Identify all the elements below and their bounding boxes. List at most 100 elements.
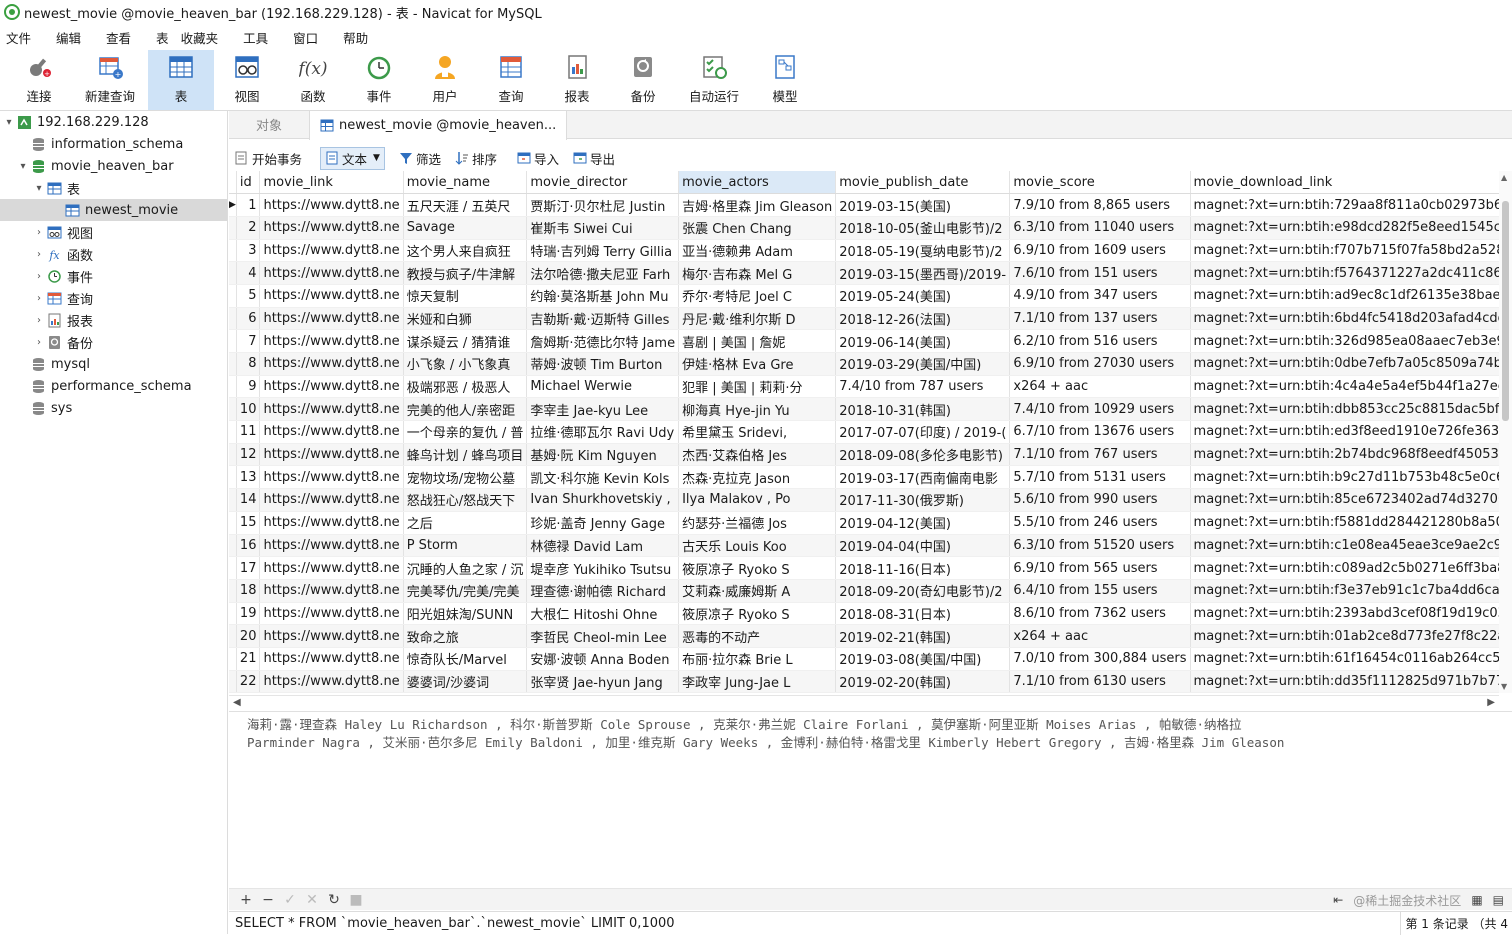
cell-movie-score[interactable]: 8.6/10 from 7362 users [1009,602,1191,626]
cell-movie-director[interactable]: 李哲民 Cheol-min Lee [526,624,680,648]
table-row[interactable]: 16 https://www.dytt8.ne P Storm 林德禄 David L… [229,534,1499,558]
cell-movie-actors[interactable]: 古天乐 Louis Koo [678,534,837,558]
cell-movie-publish-date[interactable]: 2019-03-29(美国/中国) [835,352,1011,376]
cell-movie-director[interactable]: 特瑞·吉列姆 Terry Gillia [526,239,680,263]
scroll-down-icon[interactable]: ▼ [1501,682,1507,691]
table-row[interactable]: 15 https://www.dytt8.ne 之后 珍妮·盖奇 Jenny Gage… [229,511,1499,535]
cell-movie-publish-date[interactable]: 2019-05-24(美国) [835,284,1011,308]
cell-movie-publish-date[interactable]: 2017-07-07(印度) / 2019-( [835,420,1011,444]
horizontal-scrollbar[interactable]: ◀ ▶ [229,695,1499,709]
filter-button[interactable]: 筛选 [399,149,441,168]
cell-movie-publish-date[interactable]: 2019-02-20(韩国) [835,670,1011,693]
cell-movie-director[interactable]: 李宰圭 Jae-kyu Lee [526,397,680,422]
cell-movie-actors[interactable]: 筱原凉子 Ryoko S [678,556,837,580]
cell-movie-link[interactable]: https://www.dytt8.ne [259,647,404,671]
cell-id[interactable]: 18 [236,579,261,603]
grid-view-icon[interactable]: ▦ [1471,893,1482,907]
cell-movie-director[interactable]: 詹姆斯·范德比尔特 Jame [526,329,680,353]
cell-movie-actors[interactable]: 伊娃·格林 Eva Gre [678,352,837,376]
cell-movie-score[interactable]: 7.4/10 from 10929 users [1009,397,1191,422]
tree-item-performance-schema[interactable]: performance_schema [0,375,227,397]
column-header-movie-actors[interactable]: movie_actors [678,171,837,195]
cell-movie-link[interactable]: https://www.dytt8.ne [259,670,404,693]
cell-movie-director[interactable]: 凯文·科尔施 Kevin Kols [526,465,680,490]
cell-movie-link[interactable]: https://www.dytt8.ne [259,511,404,535]
new-query-button[interactable]: + 新建查询 [72,50,148,110]
user-button[interactable]: 用户 [412,50,478,110]
cell-movie-publish-date[interactable]: 2019-03-17(西南偏南电影 [835,465,1011,490]
connect-button[interactable]: + 连接 [6,50,72,110]
row-marker[interactable] [229,420,237,444]
collapse-arrow-icon[interactable]: ▾ [32,183,46,194]
tree-item-events[interactable]: › 事件 [0,265,227,287]
cell-movie-link[interactable]: https://www.dytt8.ne [259,602,404,626]
cell-id[interactable]: 19 [236,602,261,626]
cell-movie-name[interactable]: 惊奇队长/Marvel [403,647,528,671]
cell-movie-name[interactable]: 谋杀疑云 / 猜猜谁 [403,329,528,353]
cell-movie-score[interactable]: 6.9/10 from 565 users [1009,556,1191,580]
cell-id[interactable]: 21 [236,647,261,671]
cell-movie-actors[interactable]: 希里黛玉 Sridevi, [678,420,837,444]
cell-id[interactable]: 5 [236,284,261,308]
cell-movie-link[interactable]: https://www.dytt8.ne [259,329,404,353]
cell-movie-director[interactable]: 堤幸彦 Yukihiko Tsutsu [526,556,680,580]
expand-arrow-icon[interactable]: › [32,293,46,304]
cell-movie-name[interactable]: 完美琴仇/完美/完美 [403,579,528,603]
cell-movie-actors[interactable]: 约瑟芬·兰福德 Jos [678,511,837,535]
cell-movie-director[interactable]: Ivan Shurkhovetskiy , [526,488,680,512]
cell-movie-name[interactable]: 之后 [403,511,528,535]
cell-movie-download-link[interactable]: magnet:?xt=urn:btih:f707b715f07fa58bd2a5… [1190,239,1499,263]
report-button[interactable]: 报表 [544,50,610,110]
scroll-left-icon[interactable]: ◀ [233,697,241,708]
column-header-movie-name[interactable]: movie_name [403,171,528,195]
column-header-id[interactable]: id [236,171,261,195]
import-button[interactable]: 导入 [517,149,559,168]
backup-button[interactable]: 备份 [610,50,676,110]
table-row[interactable]: 7 https://www.dytt8.ne 谋杀疑云 / 猜猜谁 詹姆斯·范德比尔特… [229,329,1499,353]
menu-file[interactable]: 文件 [0,28,37,47]
row-marker[interactable] [229,534,237,558]
cell-movie-publish-date[interactable]: 2018-08-31(日本) [835,602,1011,626]
cell-movie-director[interactable]: 基姆·阮 Kim Nguyen [526,443,680,467]
cell-movie-name[interactable]: Savage [403,216,528,240]
cell-movie-download-link[interactable]: magnet:?xt=urn:btih:f3e37eb91c1c7ba4dd6c… [1190,579,1499,603]
cell-movie-name[interactable]: 怒战狂心/怒战天下 [403,488,528,512]
cell-id[interactable]: 6 [236,307,261,331]
cell-movie-score[interactable]: 7.6/10 from 151 users [1009,261,1191,285]
cell-id[interactable]: 20 [236,624,261,648]
cell-movie-name[interactable]: 沉睡的人鱼之家 / 沉 [403,556,528,580]
cell-id[interactable]: 8 [236,352,261,376]
cell-movie-score[interactable]: 7.0/10 from 300,884 users [1009,647,1191,671]
table-row[interactable]: 17 https://www.dytt8.ne 沉睡的人鱼之家 / 沉堤幸彦 Yuk… [229,556,1499,580]
view-button[interactable]: 视图 [214,50,280,110]
table-row[interactable]: 11 https://www.dytt8.ne 一个母亲的复仇 / 普拉维·德耶瓦尔… [229,420,1499,444]
cell-movie-director[interactable]: 大根仁 Hitoshi Ohne [526,602,680,626]
cell-movie-download-link[interactable]: magnet:?xt=urn:btih:2393abd3cef08f19d19c… [1190,602,1499,626]
cell-movie-name[interactable]: 婆婆词/沙婆词 [403,670,528,693]
cell-movie-publish-date[interactable]: 2018-05-19(戛纳电影节)/2 [835,239,1011,263]
cell-movie-publish-date[interactable]: 2018-12-26(法国) [835,307,1011,331]
table-row[interactable]: 2 https://www.dytt8.ne Savage 崔斯韦 Siwei Cui… [229,216,1499,240]
cell-movie-download-link[interactable]: magnet:?xt=urn:btih:c1e08ea45eae3ce9ae2c… [1190,534,1499,558]
cell-movie-score[interactable]: 6.7/10 from 13676 users [1009,420,1191,444]
export-button[interactable]: 导出 [573,149,615,168]
cell-movie-publish-date[interactable]: 2019-04-04(中国) [835,534,1011,558]
row-marker[interactable] [229,284,237,308]
expand-arrow-icon[interactable]: › [32,337,46,348]
cell-movie-download-link[interactable]: magnet:?xt=urn:btih:ad9ec8c1df26135e38ba… [1190,284,1499,308]
row-marker[interactable] [229,579,237,603]
menu-favorites[interactable]: 收藏夹 [175,28,225,47]
column-header-movie-publish-date[interactable]: movie_publish_date [835,171,1011,195]
table-row[interactable]: 19 https://www.dytt8.ne 阳光姐妹淘/SUNN 大根仁 Hito… [229,602,1499,626]
cell-movie-actors[interactable]: 乔尔·考特尼 Joel C [678,284,837,308]
form-view-icon[interactable]: ▤ [1493,893,1504,907]
cell-movie-download-link[interactable]: magnet:?xt=urn:btih:dd35f1112825d971b7b7… [1190,670,1499,693]
cell-movie-actors[interactable]: Ilya Malakov , Po [678,488,837,512]
cell-id[interactable]: 15 [236,511,261,535]
cell-movie-link[interactable]: https://www.dytt8.ne [259,375,404,399]
tree-connection[interactable]: ▾ 192.168.229.128 [0,111,227,133]
row-marker[interactable] [229,556,237,580]
row-marker[interactable] [229,397,237,422]
cell-movie-download-link[interactable]: magnet:?xt=urn:btih:f5881dd284421280b8a5… [1190,511,1499,535]
cell-movie-link[interactable]: https://www.dytt8.ne [259,488,404,512]
